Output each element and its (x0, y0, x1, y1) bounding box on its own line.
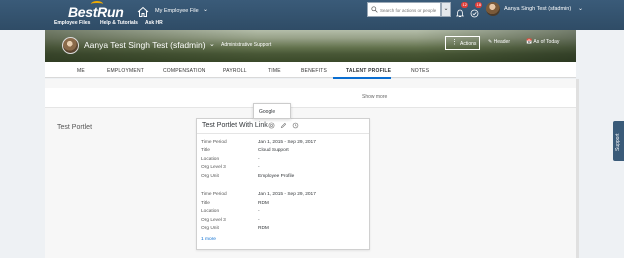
tab-benefits[interactable]: BENEFITS (301, 68, 327, 74)
checkmark-circle-icon (470, 9, 479, 18)
portlet-title: Test Portlet With Link (202, 122, 268, 129)
field-label: Location (201, 157, 220, 162)
pencil-icon[interactable] (280, 122, 287, 129)
section-title: Test Portlet (57, 124, 93, 131)
approvals-button[interactable]: 18 (470, 2, 483, 18)
chevron-down-icon[interactable]: ⌄ (203, 6, 208, 13)
link-help-tutorials[interactable]: Help & Tutorials (100, 20, 138, 26)
more-records-link[interactable]: 1 more (201, 237, 216, 242)
field-label: Location (201, 209, 220, 214)
field-value: RDM (258, 226, 269, 231)
show-more-link[interactable]: Show more (362, 94, 387, 100)
pencil-icon: ✎ (488, 39, 493, 45)
more-vertical-icon: ⋮ (451, 39, 458, 46)
tab-compensation[interactable]: COMPENSATION (163, 68, 206, 74)
user-name[interactable]: Aanya Singh Test (sfadmin) (504, 6, 571, 12)
link-employee-files[interactable]: Employee Files (54, 20, 90, 26)
divider (197, 133, 369, 134)
scrollbar[interactable] (576, 79, 579, 258)
portlet-card (196, 118, 370, 250)
bell-icon (455, 9, 465, 17)
quick-links-bar: Employee Files Help & Tutorials Ask HR (0, 18, 624, 30)
field-label: Title (201, 201, 210, 206)
field-value: Jan 1, 2015 - Sep 29, 2017 (258, 192, 316, 197)
avatar[interactable] (486, 2, 500, 16)
actions-button[interactable]: ⋮ Actions (445, 36, 480, 50)
show-more-row (45, 88, 576, 108)
field-value: - (258, 165, 260, 170)
field-label: Org Unit (201, 174, 219, 179)
link-ask-hr[interactable]: Ask HR (145, 20, 163, 26)
field-label: Time Period (201, 140, 227, 145)
calendar-icon: 📅 (526, 39, 533, 45)
link-tooltip[interactable]: Google (253, 103, 291, 119)
field-label: Org Level 3 (201, 165, 226, 170)
tab-me[interactable]: ME (77, 68, 85, 74)
link-icon[interactable] (268, 122, 275, 129)
field-value: - (258, 157, 260, 162)
as-of-date-button[interactable]: 📅 As of Today (526, 39, 559, 45)
support-tab[interactable]: Support (613, 121, 624, 161)
field-label: Time Period (201, 192, 227, 197)
history-icon[interactable] (292, 122, 299, 129)
search-input[interactable] (380, 5, 440, 15)
field-label: Title (201, 148, 210, 153)
chevron-down-icon[interactable]: ⌄ (209, 40, 215, 48)
field-value: Cloud Support (258, 148, 289, 153)
profile-job-title: Administrative Support (221, 42, 272, 48)
notifications-button[interactable]: 12 (455, 2, 469, 17)
field-value: - (258, 209, 260, 214)
home-icon[interactable] (137, 6, 149, 18)
tab-employment[interactable]: EMPLOYMENT (107, 68, 144, 74)
profile-tabs: ME EMPLOYMENT COMPENSATION PAYROLL TIME … (45, 62, 576, 78)
chevron-down-icon[interactable]: ⌄ (578, 5, 583, 12)
tab-notes[interactable]: NOTES (411, 68, 429, 74)
edit-header-button[interactable]: ✎ Header (488, 39, 510, 45)
tab-payroll[interactable]: PAYROLL (223, 68, 247, 74)
field-value: - (258, 218, 260, 223)
field-value: RDM (258, 201, 269, 206)
employee-file-menu[interactable]: My Employee File (155, 8, 199, 14)
field-value: Employee Profile (258, 174, 295, 179)
tab-talent-profile[interactable]: TALENT PROFILE (346, 68, 391, 74)
tab-time[interactable]: TIME (268, 68, 281, 74)
field-label: Org Level 3 (201, 218, 226, 223)
field-label: Org Unit (201, 226, 219, 231)
field-value: Jan 1, 2015 - Sep 29, 2017 (258, 140, 316, 145)
search-box[interactable] (367, 2, 441, 17)
profile-name[interactable]: Aanya Test Singh Test (sfadmin) (84, 40, 206, 50)
search-dropdown-button[interactable]: ⌄ (441, 2, 451, 17)
search-icon (371, 6, 378, 13)
profile-avatar[interactable] (62, 37, 79, 54)
